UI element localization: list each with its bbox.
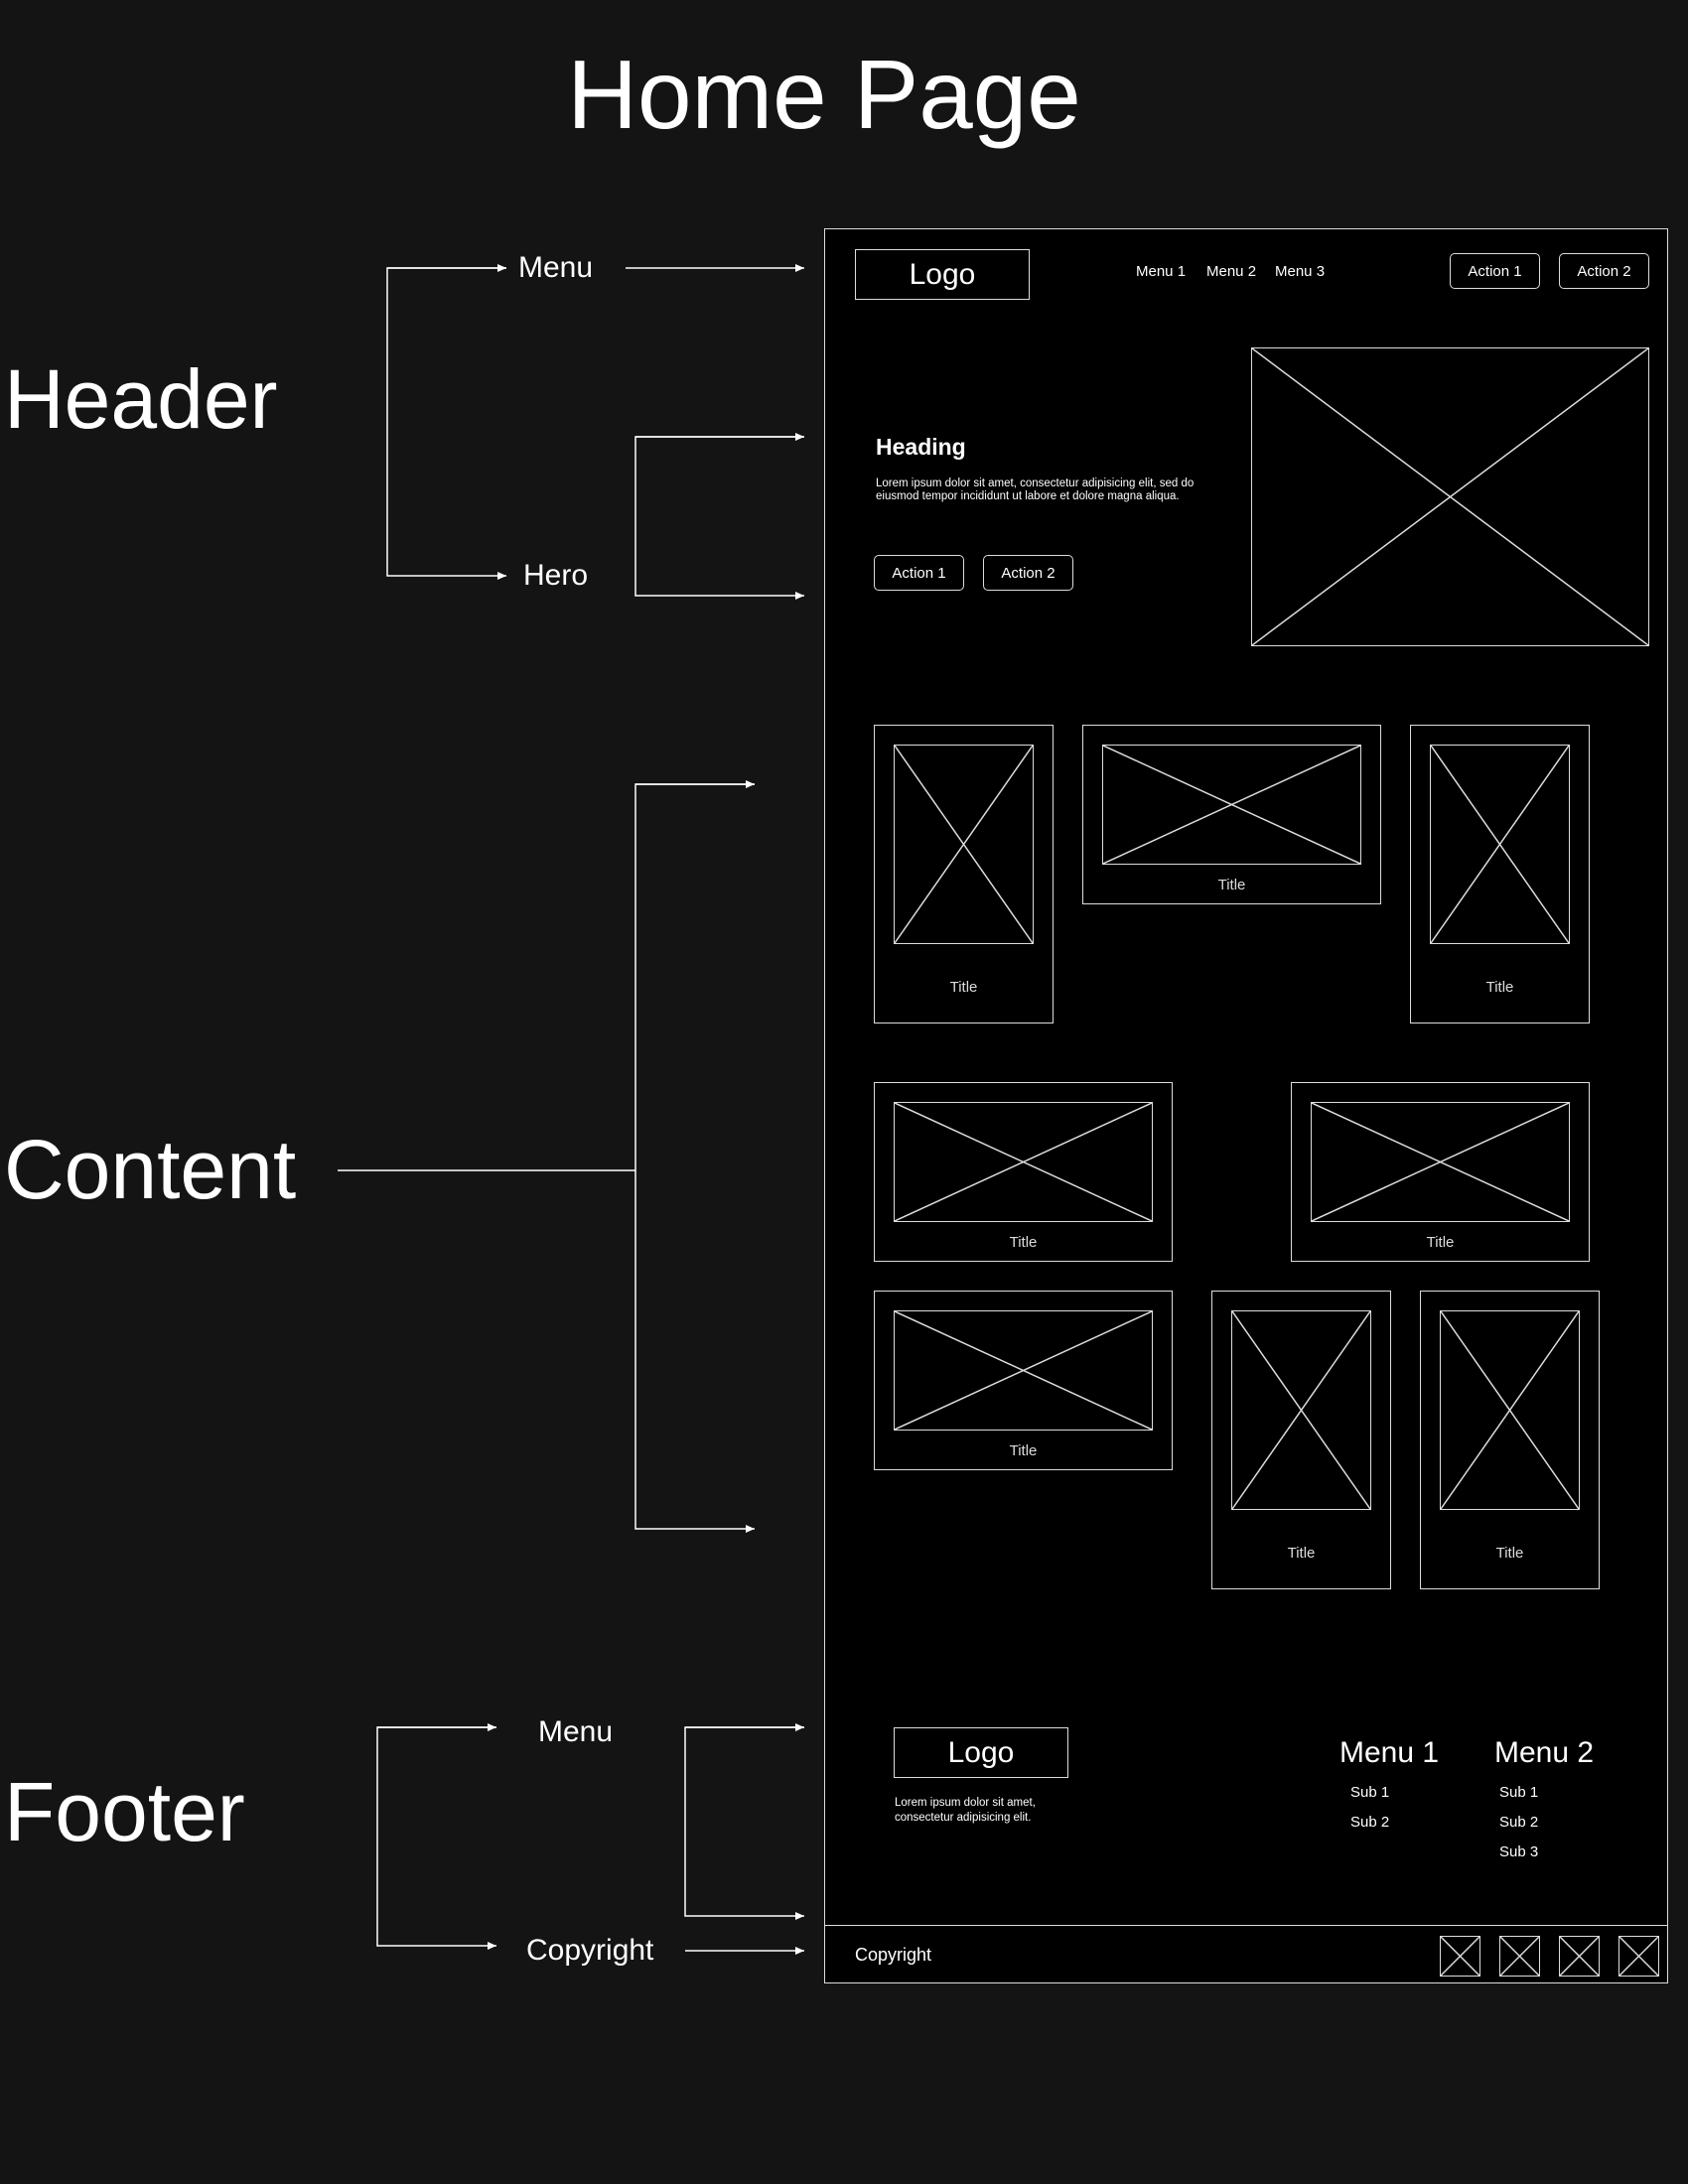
card-image-placeholder: [894, 1102, 1153, 1222]
header-action-2-button[interactable]: Action 2: [1559, 253, 1649, 289]
content-card[interactable]: Title: [1291, 1082, 1590, 1262]
card-title: Title: [949, 979, 978, 996]
footer-menu-1-sub-1[interactable]: Sub 1: [1350, 1784, 1389, 1801]
content-card[interactable]: Title: [874, 1082, 1173, 1262]
footer-menu-bracket: [684, 1726, 804, 1920]
footer-bracket: [376, 1726, 496, 1950]
card-image-placeholder: [1440, 1310, 1580, 1510]
header-logo[interactable]: Logo: [855, 249, 1030, 300]
header-action-1-button[interactable]: Action 1: [1450, 253, 1540, 289]
footer-menu-1-title: Menu 1: [1339, 1736, 1440, 1769]
section-label-content: Content: [4, 1123, 297, 1216]
hero-image-placeholder: [1251, 347, 1649, 646]
content-bracket: [634, 783, 755, 1533]
card-title: Title: [1426, 1234, 1455, 1251]
section-label-header: Header: [4, 352, 278, 446]
footer-logo[interactable]: Logo: [894, 1727, 1068, 1778]
card-title: Title: [1287, 1545, 1316, 1562]
social-icon-placeholder[interactable]: [1440, 1936, 1480, 1977]
card-title: Title: [1495, 1545, 1524, 1562]
card-image-placeholder: [1231, 1310, 1371, 1510]
footer-menu-2-sub-1[interactable]: Sub 1: [1499, 1784, 1538, 1801]
copyright-text: Copyright: [855, 1945, 932, 1965]
content-card[interactable]: Title: [874, 1291, 1173, 1470]
header-bracket: [386, 267, 506, 580]
card-image-placeholder: [1430, 745, 1570, 944]
card-image-placeholder: [894, 1310, 1153, 1431]
social-icon-placeholder[interactable]: [1618, 1936, 1659, 1977]
hero-action-1-button[interactable]: Action 1: [874, 555, 964, 591]
content-card[interactable]: Title: [1420, 1291, 1600, 1589]
annotation-footer-menu: Menu: [538, 1715, 614, 1748]
social-icon-placeholder[interactable]: [1499, 1936, 1540, 1977]
page-title: Home Page: [567, 40, 1081, 149]
footer-description: Lorem ipsum dolor sit amet, consectetur …: [895, 1797, 1036, 1824]
card-title: Title: [1217, 877, 1246, 893]
hero-heading: Heading: [876, 434, 966, 460]
card-title: Title: [1009, 1442, 1038, 1459]
content-card[interactable]: Title: [1082, 725, 1381, 904]
card-title: Title: [1009, 1234, 1038, 1251]
card-image-placeholder: [1102, 745, 1361, 865]
footer-menu-1-sub-2[interactable]: Sub 2: [1350, 1814, 1389, 1831]
content-card[interactable]: Title: [874, 725, 1054, 1024]
copyright-divider: [825, 1925, 1667, 1926]
nav-menu-1[interactable]: Menu 1: [1136, 263, 1186, 280]
annotation-hero: Hero: [523, 559, 589, 592]
hero-body-text: Lorem ipsum dolor sit amet, consectetur …: [876, 478, 1195, 502]
social-icon-placeholder[interactable]: [1559, 1936, 1600, 1977]
nav-menu-3[interactable]: Menu 3: [1275, 263, 1325, 280]
card-title: Title: [1485, 979, 1514, 996]
wireframe-mockup: Logo Menu 1 Menu 2 Menu 3 Action 1 Actio…: [824, 228, 1668, 1983]
footer-menu-2-sub-3[interactable]: Sub 3: [1499, 1843, 1538, 1860]
card-image-placeholder: [894, 745, 1034, 944]
hero-bracket: [634, 436, 804, 600]
content-card[interactable]: Title: [1410, 725, 1590, 1024]
annotation-copyright: Copyright: [526, 1934, 654, 1967]
footer-menu-2-title: Menu 2: [1494, 1736, 1595, 1769]
nav-menu-2[interactable]: Menu 2: [1206, 263, 1256, 280]
annotation-header-menu: Menu: [518, 251, 594, 284]
content-card[interactable]: Title: [1211, 1291, 1391, 1589]
footer-menu-2-sub-2[interactable]: Sub 2: [1499, 1814, 1538, 1831]
hero-action-2-button[interactable]: Action 2: [983, 555, 1073, 591]
section-label-footer: Footer: [4, 1765, 245, 1858]
card-image-placeholder: [1311, 1102, 1570, 1222]
